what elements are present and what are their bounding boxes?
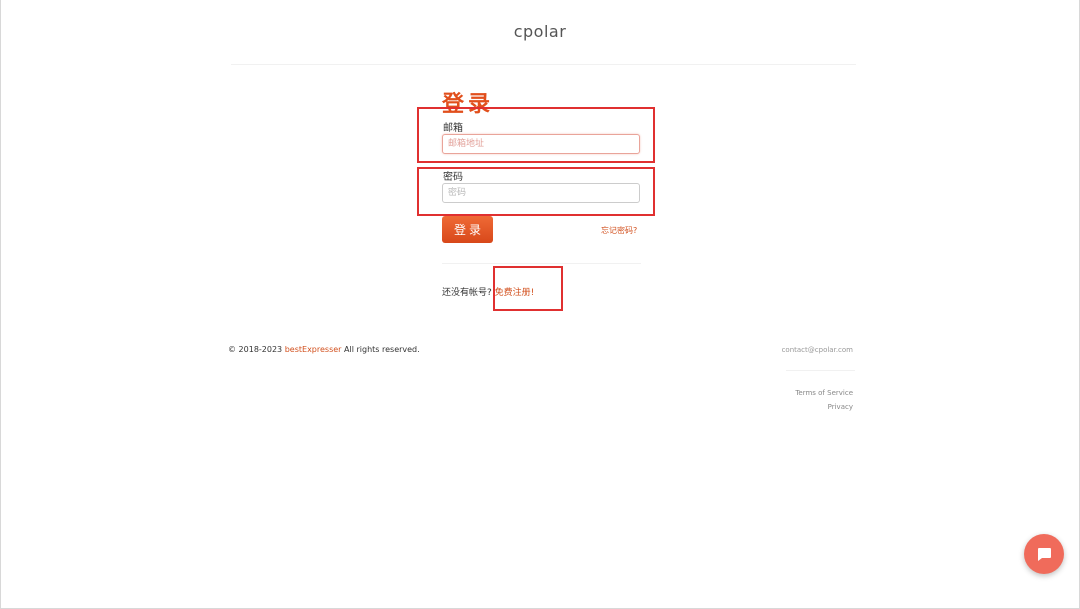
login-page: cpolar 登录 邮箱 密码 登录 忘记密码? 还没有帐号? 免费注册! © … — [0, 0, 1080, 609]
signup-prompt: 还没有帐号? — [442, 288, 492, 298]
privacy-link[interactable]: Privacy — [795, 400, 853, 414]
forgot-password-link[interactable]: 忘记密码? — [601, 225, 637, 236]
signup-highlight-box — [493, 266, 563, 311]
chat-button[interactable] — [1024, 534, 1064, 574]
password-highlight-box — [417, 167, 655, 216]
chat-bubble-icon — [1038, 548, 1051, 561]
terms-link[interactable]: Terms of Service — [795, 386, 853, 400]
email-highlight-box — [417, 107, 655, 163]
footer-links: Terms of Service Privacy — [795, 386, 853, 414]
form-divider — [442, 263, 641, 264]
header-divider — [231, 64, 856, 65]
copyright-rights: All rights reserved. — [344, 345, 420, 354]
login-button[interactable]: 登录 — [442, 216, 493, 243]
copyright: © 2018-2023 bestExpresser All rights res… — [228, 345, 420, 354]
footer-divider — [786, 370, 855, 371]
company-link[interactable]: bestExpresser — [285, 345, 342, 354]
brand-logo[interactable]: cpolar — [1, 22, 1079, 41]
copyright-years: © 2018-2023 — [228, 345, 283, 354]
contact-email-link[interactable]: contact@cpolar.com — [782, 346, 853, 354]
